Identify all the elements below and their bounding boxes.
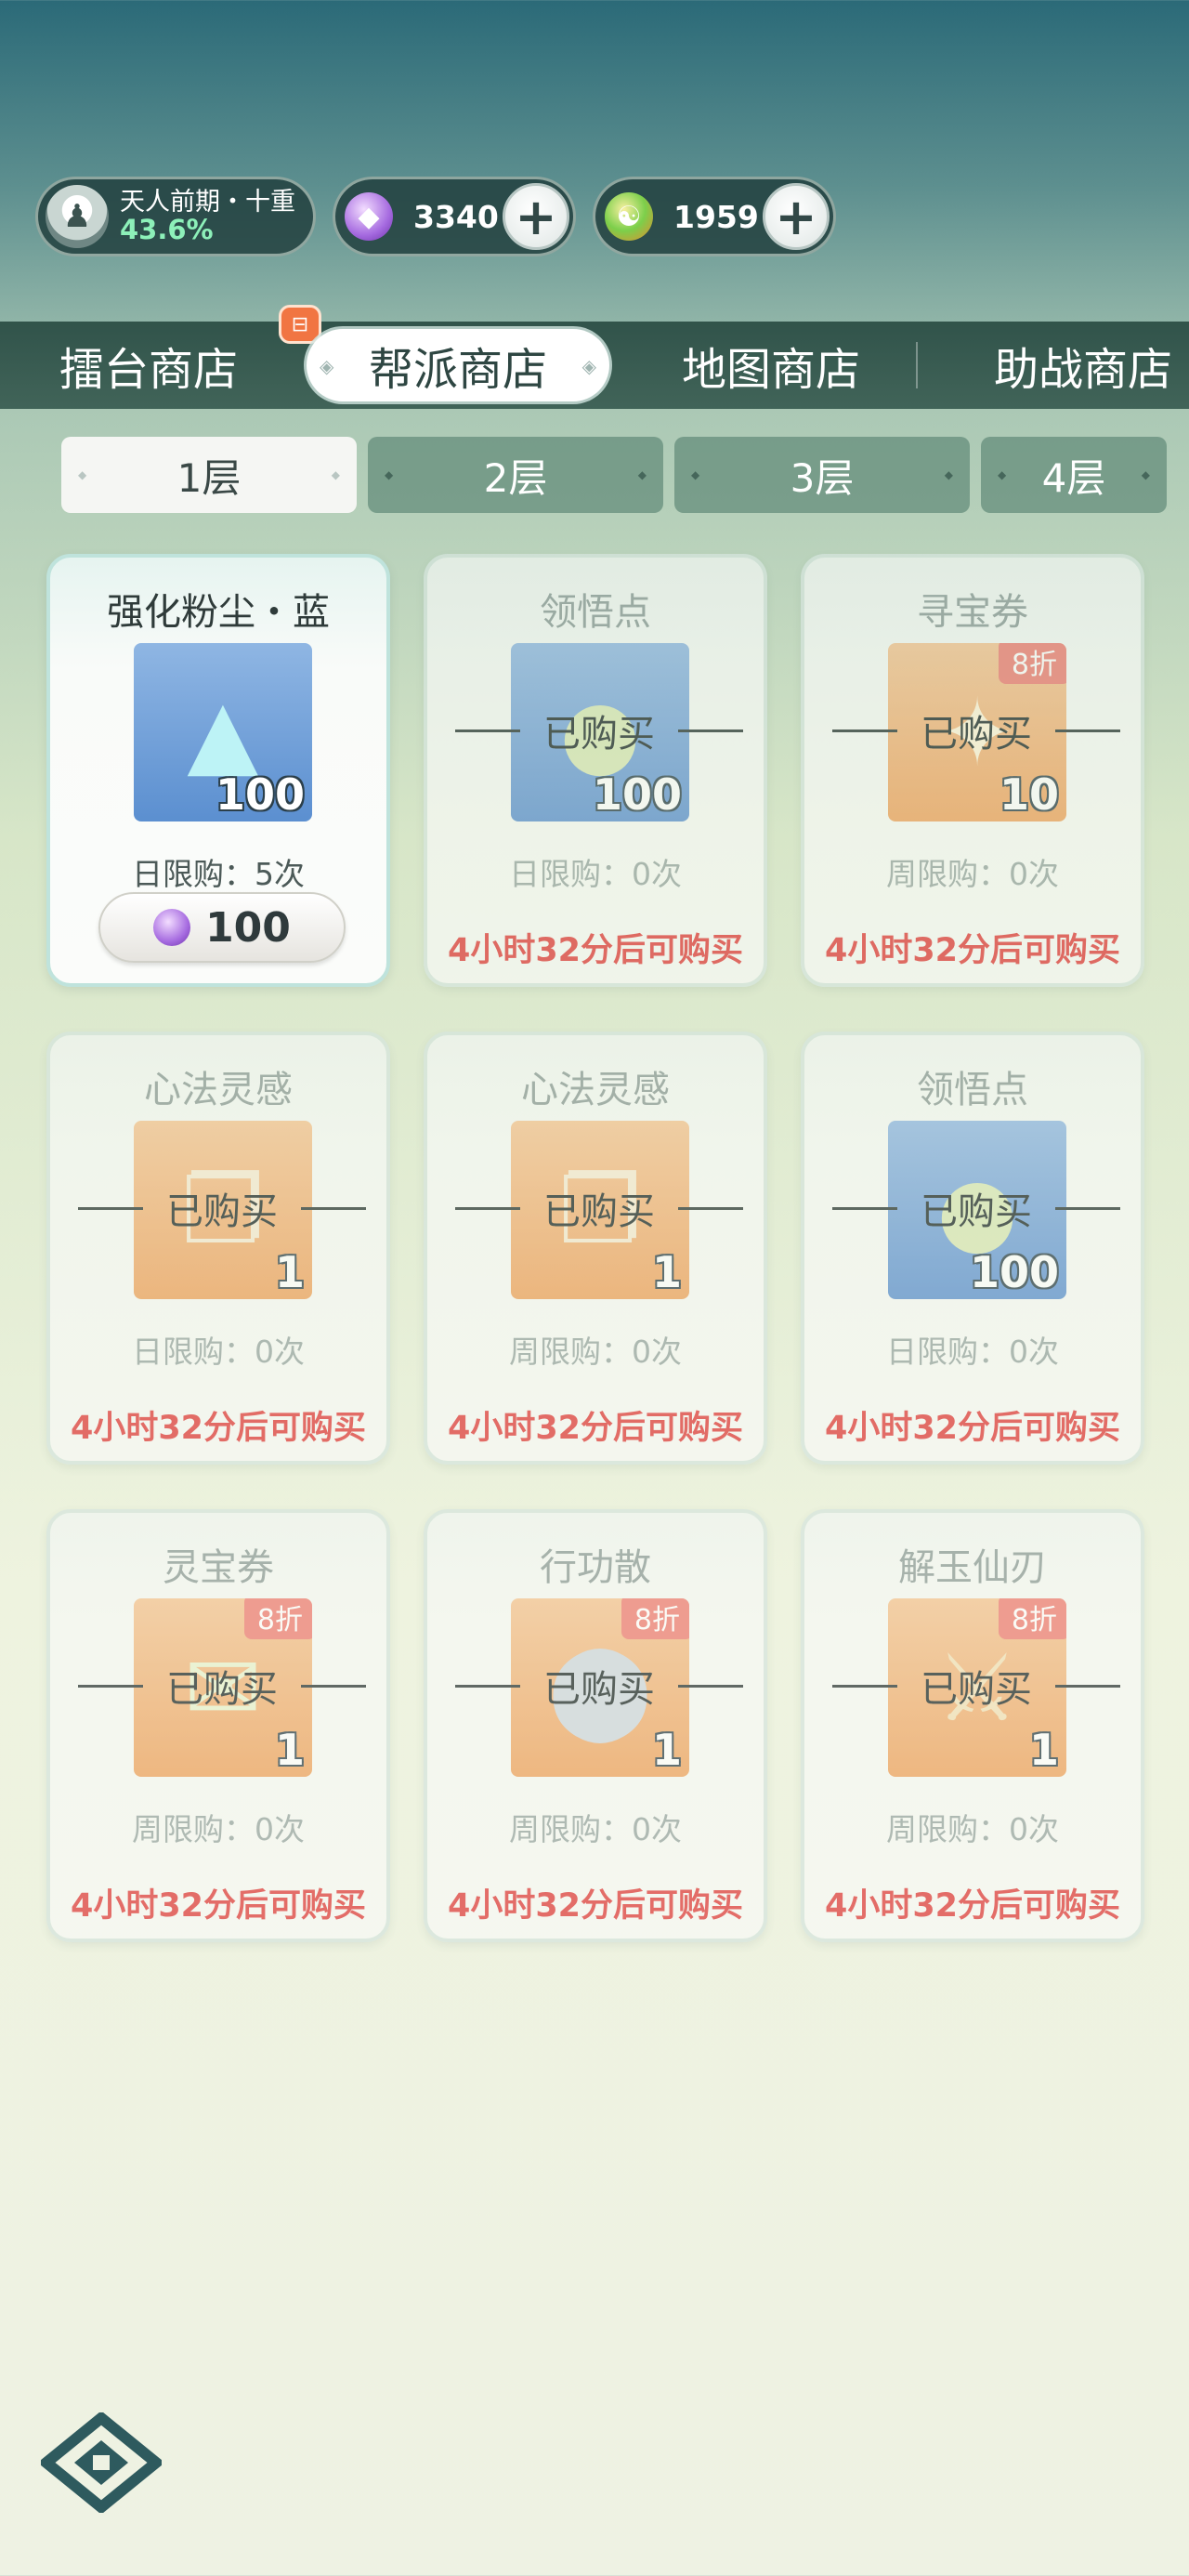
item-name: 领悟点 bbox=[540, 591, 651, 634]
item-quantity: 1 bbox=[1028, 1725, 1059, 1775]
shop-item-card[interactable]: 心法灵感 ❐ 1 已购买 日限购：0次 4小时32分后可购买 bbox=[46, 1032, 390, 1465]
sold-out-label: 已购买 bbox=[78, 1662, 366, 1711]
item-quantity: 100 bbox=[215, 769, 305, 820]
shop-item-card[interactable]: 强化粉尘・蓝 ▲ 100 日限购：5次 100 bbox=[46, 554, 390, 987]
tab-support-shop[interactable]: 助战商店 bbox=[962, 322, 1189, 409]
buy-button[interactable]: 100 bbox=[98, 892, 346, 963]
tab-divider bbox=[916, 342, 918, 388]
sold-out-label: 已购买 bbox=[78, 1184, 366, 1233]
purchase-limit: 周限购：0次 bbox=[132, 1811, 305, 1847]
tab-map-shop[interactable]: 地图商店 bbox=[650, 322, 892, 409]
item-price: 100 bbox=[205, 903, 291, 952]
tab-label: 助战商店 bbox=[993, 344, 1172, 396]
tab-floor-3[interactable]: 3层 bbox=[674, 437, 970, 513]
item-quantity: 1 bbox=[651, 1725, 682, 1775]
home-logo-icon[interactable] bbox=[41, 2412, 162, 2513]
restock-timer: 4小时32分后可购买 bbox=[447, 932, 744, 969]
realm-avatar-icon: ♟ bbox=[46, 185, 109, 248]
item-name: 心法灵感 bbox=[144, 1069, 293, 1111]
item-image: ▲ 100 bbox=[134, 643, 312, 821]
status-bar: ♟ 天人前期・十重 43.6% ◆ 3340 + ☯ 1959 + bbox=[35, 177, 836, 256]
gem-amount: 3340 bbox=[413, 198, 499, 235]
item-name: 解玉仙刃 bbox=[898, 1546, 1047, 1589]
restock-timer: 4小时32分后可购买 bbox=[70, 1410, 367, 1447]
discount-badge: 8折 bbox=[621, 1598, 689, 1639]
tab-floor-2[interactable]: 2层 bbox=[368, 437, 663, 513]
sold-out-label: 已购买 bbox=[832, 706, 1120, 756]
purchase-limit: 日限购：5次 bbox=[132, 856, 305, 892]
realm-name: 天人前期・十重 bbox=[120, 187, 295, 217]
tab-label: 地图商店 bbox=[681, 344, 860, 396]
coin-amount: 1959 bbox=[673, 198, 759, 235]
tab-guild-shop[interactable]: 帮派商店 bbox=[307, 329, 609, 401]
restock-timer: 4小时32分后可购买 bbox=[70, 1887, 367, 1925]
shop-item-card[interactable]: 寻宝券 ✦ 10 8折 已购买 周限购：0次 4小时32分后可购买 bbox=[801, 554, 1144, 987]
tab-label: 帮派商店 bbox=[368, 344, 547, 396]
restock-timer: 4小时32分后可购买 bbox=[824, 1887, 1121, 1925]
item-name: 心法灵感 bbox=[521, 1069, 670, 1111]
purchase-limit: 周限购：0次 bbox=[886, 1811, 1059, 1847]
gold-coin-icon: ☯ bbox=[605, 192, 653, 241]
item-name: 领悟点 bbox=[917, 1069, 1028, 1111]
shop-item-card[interactable]: 心法灵感 ❐ 1 已购买 周限购：0次 4小时32分后可购买 bbox=[424, 1032, 767, 1465]
sold-out-label: 已购买 bbox=[455, 1184, 743, 1233]
purchase-limit: 日限购：0次 bbox=[886, 1334, 1059, 1370]
item-quantity: 1 bbox=[274, 1725, 305, 1775]
tab-arena-shop[interactable]: 擂台商店 ⊟ bbox=[28, 305, 321, 409]
add-gem-button[interactable]: + bbox=[503, 183, 569, 250]
restock-timer: 4小时32分后可购买 bbox=[447, 1887, 744, 1925]
item-quantity: 1 bbox=[274, 1247, 305, 1297]
sold-out-label: 已购买 bbox=[832, 1662, 1120, 1711]
restock-timer: 4小时32分后可购买 bbox=[447, 1410, 744, 1447]
purchase-limit: 周限购：0次 bbox=[509, 1334, 682, 1370]
restock-timer: 4小时32分后可购买 bbox=[824, 1410, 1121, 1447]
item-quantity: 10 bbox=[999, 769, 1059, 820]
sold-out-label: 已购买 bbox=[455, 1662, 743, 1711]
shop-item-card[interactable]: 灵宝券 ✉ 1 8折 已购买 周限购：0次 4小时32分后可购买 bbox=[46, 1509, 390, 1942]
purple-gem-icon: ◆ bbox=[345, 192, 393, 241]
tab-label: 擂台商店 bbox=[59, 344, 238, 396]
shop-item-card[interactable]: 领悟点 ● 100 已购买 日限购：0次 4小时32分后可购买 bbox=[424, 554, 767, 987]
purchase-limit: 周限购：0次 bbox=[509, 1811, 682, 1847]
shop-item-card[interactable]: 行功散 ⬤ 1 8折 已购买 周限购：0次 4小时32分后可购买 bbox=[424, 1509, 767, 1942]
discount-badge: 8折 bbox=[243, 1598, 312, 1639]
item-name: 行功散 bbox=[540, 1546, 651, 1589]
add-coin-button[interactable]: + bbox=[763, 183, 830, 250]
currency-coin: ☯ 1959 + bbox=[593, 177, 836, 256]
purchase-limit: 日限购：0次 bbox=[509, 856, 682, 892]
discount-badge: 8折 bbox=[998, 643, 1066, 684]
item-name: 寻宝券 bbox=[917, 591, 1028, 634]
gift-badge-icon: ⊟ bbox=[279, 305, 321, 344]
item-quantity: 100 bbox=[592, 769, 682, 820]
sold-out-label: 已购买 bbox=[832, 1184, 1120, 1233]
purple-gem-icon bbox=[153, 909, 191, 946]
realm-progress: 43.6% bbox=[120, 213, 214, 245]
realm-status[interactable]: ♟ 天人前期・十重 43.6% bbox=[35, 177, 316, 256]
item-name: 强化粉尘・蓝 bbox=[107, 591, 330, 634]
shop-item-card[interactable]: 领悟点 ● 100 已购买 日限购：0次 4小时32分后可购买 bbox=[801, 1032, 1144, 1465]
item-quantity: 1 bbox=[651, 1247, 682, 1297]
restock-timer: 4小时32分后可购买 bbox=[824, 932, 1121, 969]
currency-gem: ◆ 3340 + bbox=[333, 177, 576, 256]
tab-floor-4[interactable]: 4层 bbox=[981, 437, 1167, 513]
purchase-limit: 周限购：0次 bbox=[886, 856, 1059, 892]
shop-item-card[interactable]: 解玉仙刃 ⚔ 1 8折 已购买 周限购：0次 4小时32分后可购买 bbox=[801, 1509, 1144, 1942]
floor-tab-bar: 1层 2层 3层 4层 bbox=[61, 437, 1167, 513]
purchase-limit: 日限购：0次 bbox=[132, 1334, 305, 1370]
item-name: 灵宝券 bbox=[163, 1546, 274, 1589]
item-quantity: 100 bbox=[969, 1247, 1059, 1297]
sold-out-label: 已购买 bbox=[455, 706, 743, 756]
tab-floor-1[interactable]: 1层 bbox=[61, 437, 357, 513]
shop-tab-bar: 擂台商店 ⊟ 帮派商店 地图商店 助战商店 bbox=[0, 305, 1189, 409]
discount-badge: 8折 bbox=[998, 1598, 1066, 1639]
